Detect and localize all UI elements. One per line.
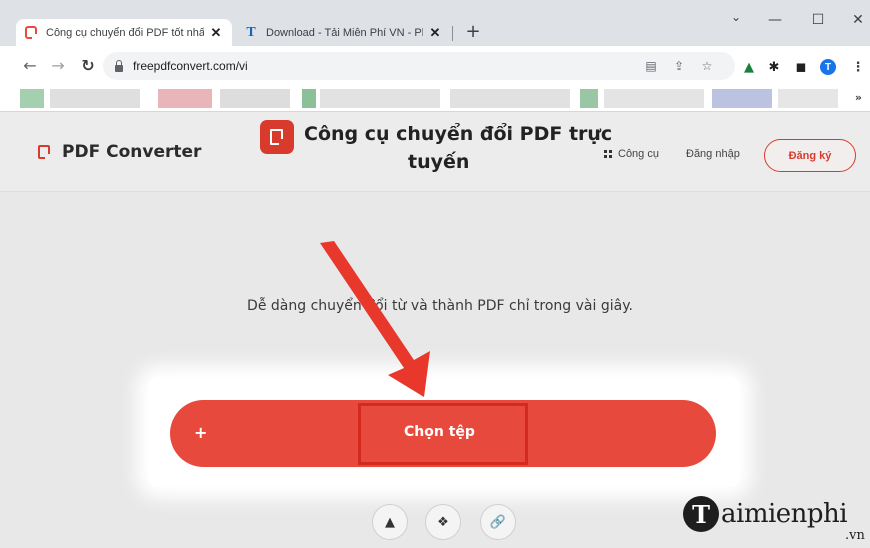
- watermark-initial: T: [683, 496, 719, 532]
- watermark-text: aimienphi: [721, 499, 848, 529]
- watermark-logo: T aimienphi: [683, 496, 848, 532]
- annotation-arrow-icon: [320, 241, 430, 397]
- watermark-suffix: .vn: [845, 528, 865, 543]
